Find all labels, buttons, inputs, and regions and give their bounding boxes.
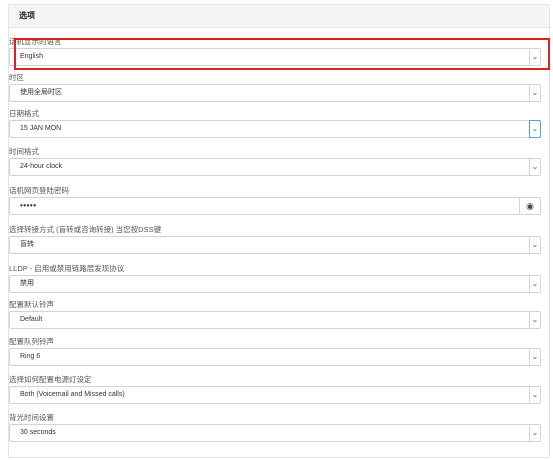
transfer-mode-value: 盲转 bbox=[20, 241, 34, 248]
language-field: 话机显示的语言 English ⌄ bbox=[9, 36, 541, 66]
web-password-value: ••••• bbox=[20, 201, 37, 210]
queue-ringtone-select[interactable]: Ring 6 ⌄ bbox=[9, 348, 541, 366]
date-format-select[interactable]: 15 JAN MON ⌄ bbox=[9, 120, 541, 138]
default-ringtone-value: Default bbox=[20, 316, 43, 323]
queue-ringtone-label: 配置队列铃声 bbox=[9, 337, 54, 346]
chevron-down-icon[interactable]: ⌄ bbox=[529, 424, 541, 442]
default-ringtone-label: 配置默认铃声 bbox=[9, 300, 54, 309]
power-led-value: Both (Voicemail and Missed calls) bbox=[20, 391, 125, 398]
language-select[interactable]: English ⌄ bbox=[9, 48, 541, 66]
power-led-select[interactable]: Both (Voicemail and Missed calls) ⌄ bbox=[9, 386, 541, 404]
queue-ringtone-value: Ring 6 bbox=[20, 353, 41, 360]
chevron-down-icon[interactable]: ⌄ bbox=[529, 386, 541, 404]
power-led-field: 选择如何配置电源灯设定 Both (Voicemail and Missed c… bbox=[9, 374, 541, 404]
chevron-down-icon[interactable]: ⌄ bbox=[529, 311, 541, 329]
chevron-down-icon[interactable]: ⌄ bbox=[529, 236, 541, 254]
transfer-mode-field: 选择转接方式 (盲转或咨询转接) 当您按DSS键 盲转 ⌄ bbox=[9, 224, 541, 254]
chevron-down-icon[interactable]: ⌄ bbox=[529, 48, 541, 66]
time-format-value: 24-hour clock bbox=[20, 163, 63, 170]
default-ringtone-field: 配置默认铃声 Default ⌄ bbox=[9, 299, 541, 329]
timezone-select[interactable]: 使用全局时区 ⌄ bbox=[9, 84, 541, 102]
backlight-select[interactable]: 30 seconds ⌄ bbox=[9, 424, 541, 442]
timezone-field: 时区 使用全局时区 ⌄ bbox=[9, 72, 541, 102]
chevron-down-icon[interactable]: ⌄ bbox=[529, 84, 541, 102]
date-format-label: 日期格式 bbox=[9, 109, 39, 118]
language-label: 话机显示的语言 bbox=[9, 37, 62, 46]
transfer-mode-label: 选择转接方式 (盲转或咨询转接) 当您按DSS键 bbox=[9, 225, 162, 234]
lldp-label: LLDP - 启用或禁用链路层发现协议 bbox=[9, 264, 125, 273]
chevron-down-icon[interactable]: ⌄ bbox=[529, 348, 541, 366]
timezone-value: 使用全局时区 bbox=[20, 89, 62, 96]
timezone-label: 时区 bbox=[9, 73, 24, 82]
backlight-value: 30 seconds bbox=[20, 429, 56, 436]
chevron-down-icon[interactable]: ⌄ bbox=[529, 158, 541, 176]
date-format-value: 15 JAN MON bbox=[20, 125, 62, 132]
eye-icon[interactable]: ◉ bbox=[519, 197, 541, 215]
chevron-down-icon[interactable]: ⌄ bbox=[529, 120, 541, 138]
time-format-label: 时间格式 bbox=[9, 147, 39, 156]
web-password-input[interactable]: ••••• ◉ bbox=[9, 197, 541, 215]
default-ringtone-select[interactable]: Default ⌄ bbox=[9, 311, 541, 329]
backlight-field: 背光时间设置 30 seconds ⌄ bbox=[9, 412, 541, 442]
web-password-label: 话机网页登陆密码 bbox=[9, 186, 69, 195]
panel-title: 选项 bbox=[9, 5, 549, 28]
web-password-field: 话机网页登陆密码 ••••• ◉ bbox=[9, 185, 541, 215]
time-format-field: 时间格式 24-hour clock ⌄ bbox=[9, 146, 541, 176]
date-format-field: 日期格式 15 JAN MON ⌄ bbox=[9, 108, 541, 138]
transfer-mode-select[interactable]: 盲转 ⌄ bbox=[9, 236, 541, 254]
chevron-down-icon[interactable]: ⌄ bbox=[529, 275, 541, 293]
language-value: English bbox=[20, 53, 43, 60]
time-format-select[interactable]: 24-hour clock ⌄ bbox=[9, 158, 541, 176]
lldp-field: LLDP - 启用或禁用链路层发现协议 禁用 ⌄ bbox=[9, 263, 541, 293]
backlight-label: 背光时间设置 bbox=[9, 413, 54, 422]
power-led-label: 选择如何配置电源灯设定 bbox=[9, 375, 92, 384]
lldp-value: 禁用 bbox=[20, 280, 34, 287]
queue-ringtone-field: 配置队列铃声 Ring 6 ⌄ bbox=[9, 336, 541, 366]
lldp-select[interactable]: 禁用 ⌄ bbox=[9, 275, 541, 293]
